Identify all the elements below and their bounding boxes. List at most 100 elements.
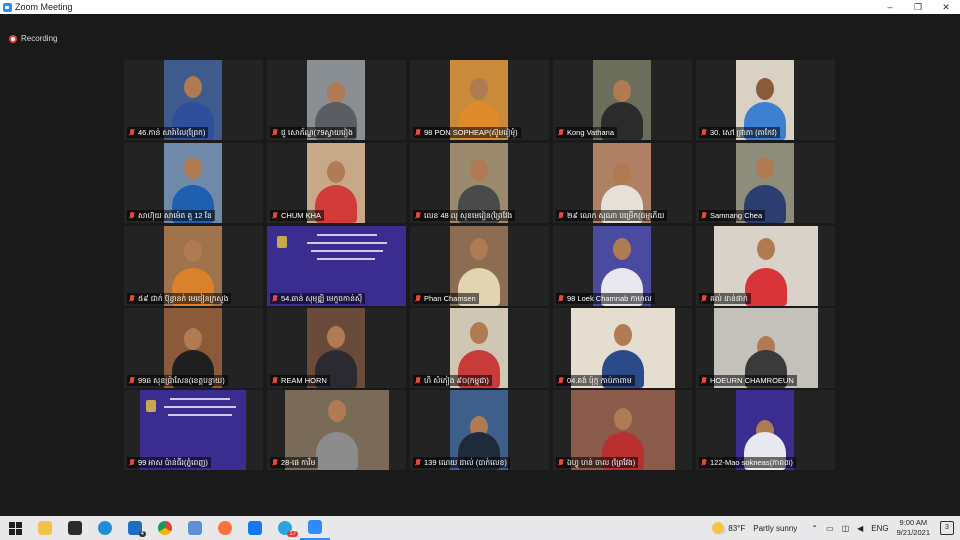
close-button[interactable]: ✕ [932,2,960,13]
participant-tile[interactable]: លេខ 48 លុ សុខមេរៀន(ព្រៃវែង [410,143,549,223]
muted-mic-icon [558,376,564,385]
gallery-view: Recording 46.កាន់ សារ៉ាលៃ(ព្រែក) ជួ សោភ័… [0,14,960,516]
zoom-app-icon [3,2,12,12]
participant-tile[interactable]: Samnang Chea [696,143,835,223]
facebook-icon[interactable] [240,516,270,540]
muted-mic-icon [272,294,278,303]
zoom-taskbar-icon[interactable] [300,516,330,540]
participant-name: គល់ ដាន់ផាក់ [699,293,751,304]
muted-mic-icon [129,294,135,303]
clock[interactable]: 9:00 AM 9/21/2021 [897,518,930,538]
participant-name: ឯហ្វូ ហន់ ចាល (ព្រៃវែង) [556,457,639,468]
participant-tile[interactable]: 99 អាស ប៉ាន់ធីរ(ភ្នំពេញ) [124,390,263,470]
network-icon[interactable]: ◫ [842,524,850,533]
participant-tile[interactable]: 98 Loek Chamnab កាមាល [553,226,692,306]
chevron-up-icon[interactable]: ⌃ [811,524,818,533]
participant-name: REAM HORN [270,375,330,386]
file-explorer-icon[interactable] [30,516,60,540]
recording-label: Recording [21,34,58,43]
muted-mic-icon [272,376,278,385]
participant-tile[interactable]: 99ឆ សុខប្រ៉ាសែន(ខេត្តបន្ទាយ) [124,308,263,388]
muted-mic-icon [558,294,564,303]
window-titlebar: Zoom Meeting – ❐ ✕ [0,0,960,14]
chrome-icon[interactable] [150,516,180,540]
store-icon[interactable] [60,516,90,540]
window-title: Zoom Meeting [15,2,73,12]
participant-tile[interactable]: 46.កាន់ សារ៉ាលៃ(ព្រែក) [124,60,263,140]
participant-name: 28-ផេ ការឹម [270,457,319,468]
participant-tile[interactable]: ឯហ្វូ ហន់ ចាល (ព្រៃវែង) [553,390,692,470]
telegram-icon[interactable]: 17 [270,516,300,540]
firefox-icon[interactable] [210,516,240,540]
participant-name: HOEURN CHAMROEUN [699,375,797,386]
participant-name: ២៩ ណេក សុណា បម្រើក(ធម្មភើយ [556,210,668,221]
participant-name: សាហ៊ុយ សាម៉េត គួ 12 ខែ [127,210,215,221]
participant-tile[interactable]: CHUM KHA [267,143,406,223]
ministry-crest-icon [146,400,156,412]
recording-indicator[interactable]: Recording [9,34,57,43]
participant-name: 98 Loek Chamnab កាមាល [556,293,655,304]
muted-mic-icon [415,211,421,220]
muted-mic-icon [701,211,707,220]
muted-mic-icon [701,458,707,467]
participant-name: 139 ណេយ ដាល់ (បាក់លេខ) [413,457,510,468]
notification-center-button[interactable]: 3 [940,521,954,535]
calendar-app-icon[interactable] [180,516,210,540]
muted-mic-icon [129,376,135,385]
participant-name: 30. សៅ ផ្រាភា (តាកែវ) [699,127,780,138]
participant-name: ៥៩ ជាក់ ប៊ុន្ធានក់ មេចៀនក្រសួង [127,293,232,304]
participant-name: Phan Chamsen [413,293,479,304]
muted-mic-icon [129,128,135,137]
participant-name: 46.កាន់ សារ៉ាលៃ(ព្រែក) [127,127,209,138]
volume-icon[interactable]: ◀ [857,524,863,533]
start-button[interactable] [0,516,30,540]
telegram-badge: 17 [287,531,298,537]
participant-tile[interactable]: ជួ សោភ័ណ្ឌ(79ស្វាយរៀង [267,60,406,140]
muted-mic-icon [272,458,278,467]
participant-tile[interactable]: 28-ផេ ការឹម [267,390,406,470]
muted-mic-icon [415,294,421,303]
muted-mic-icon [701,128,707,137]
muted-mic-icon [129,458,135,467]
participant-tile[interactable]: HOEURN CHAMROEUN [696,308,835,388]
participant-tile[interactable]: REAM HORN [267,308,406,388]
participant-tile[interactable]: 54.ឆាន់ សុមុឌ្ឍិ មេកួចកាន់ស៊ី [267,226,406,306]
participant-tile[interactable]: ២៩ ណេក សុណា បម្រើក(ធម្មភើយ [553,143,692,223]
restore-button[interactable]: ❐ [904,2,932,13]
participant-name: Samnang Chea [699,210,766,221]
mail-icon[interactable]: 4 [120,516,150,540]
minimize-button[interactable]: – [876,2,904,12]
mail-badge: 4 [138,531,146,537]
participant-tile[interactable]: Kong Vathana [553,60,692,140]
muted-mic-icon [415,128,421,137]
participant-tile[interactable]: ហិ សំភៀង ៩០(កម្ពុជា) [410,308,549,388]
participant-tile[interactable]: គល់ ដាន់ផាក់ [696,226,835,306]
participant-name: 04.គង់ ប៉ុក្ក កាប់ភាពាម [556,375,635,386]
weather-temperature[interactable]: 83°F [728,524,745,533]
clock-time: 9:00 AM [899,518,928,527]
participant-name: ជួ សោភ័ណ្ឌ(79ស្វាយរៀង [270,127,356,138]
muted-mic-icon [701,376,707,385]
language-indicator[interactable]: ENG [871,524,888,533]
participant-tile[interactable]: 122-Mao sokneas(ភាព៣) [696,390,835,470]
muted-mic-icon [415,458,421,467]
edge-icon[interactable] [90,516,120,540]
muted-mic-icon [701,294,707,303]
record-icon [9,34,17,43]
participant-tile[interactable]: សាហ៊ុយ សាម៉េត គួ 12 ខែ [124,143,263,223]
participant-tile[interactable]: 98 PON SOPHEAP(ស៊ូមរៀមុំ) [410,60,549,140]
muted-mic-icon [272,211,278,220]
participant-tile[interactable]: ៥៩ ជាក់ ប៊ុន្ធានក់ មេចៀនក្រសួង [124,226,263,306]
participant-name: 122-Mao sokneas(ភាព៣) [699,457,796,468]
muted-mic-icon [129,211,135,220]
weather-condition[interactable]: Partly sunny [753,524,797,533]
battery-icon[interactable]: ▭ [826,524,834,533]
participant-tile[interactable]: 30. សៅ ផ្រាភា (តាកែវ) [696,60,835,140]
participant-tile[interactable]: Phan Chamsen [410,226,549,306]
participant-tile[interactable]: 139 ណេយ ដាល់ (បាក់លេខ) [410,390,549,470]
muted-mic-icon [558,128,564,137]
muted-mic-icon [558,211,564,220]
participant-name: CHUM KHA [270,210,325,221]
system-tray: 83°F Partly sunny ⌃ ▭ ◫ ◀ ENG 9:00 AM 9/… [712,516,960,540]
participant-tile[interactable]: 04.គង់ ប៉ុក្ក កាប់ភាពាម [553,308,692,388]
